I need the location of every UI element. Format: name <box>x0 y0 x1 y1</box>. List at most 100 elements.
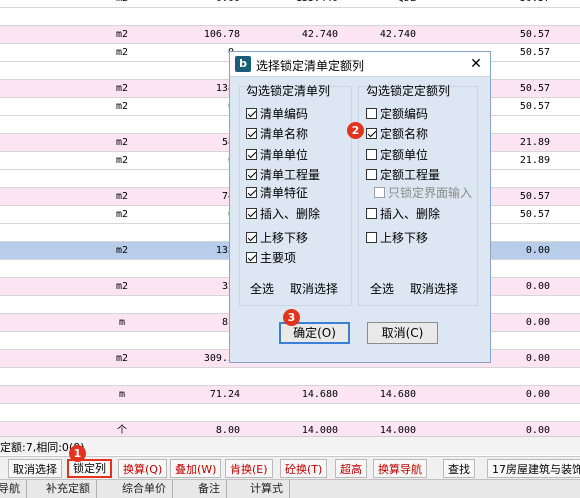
table-row[interactable]: 个 8.00 14.000 14.000 0.00 <box>0 422 580 436</box>
amount-cell[interactable] <box>470 8 550 25</box>
table-row[interactable] <box>0 404 580 422</box>
checkbox-quota-code[interactable]: 定额编码 <box>366 106 428 124</box>
price-cell[interactable] <box>342 404 416 421</box>
quantity-cell[interactable]: 0. <box>144 206 240 223</box>
checkbox-bill-feature[interactable]: 清单特征 <box>246 185 308 203</box>
amount-cell[interactable]: 0.00 <box>470 386 550 403</box>
quantity-cell[interactable]: 74. <box>144 188 240 205</box>
quantity-cell[interactable]: 309.57 <box>144 350 240 367</box>
quantity-cell[interactable] <box>144 116 240 133</box>
replace-e-button[interactable]: 肯换(E) <box>225 459 273 478</box>
table-row[interactable]: m2 0.00 133.440 QDL 50.57 <box>0 0 580 8</box>
overlay-button[interactable]: 叠加(W) <box>170 459 222 478</box>
checkbox-quota-move[interactable]: 上移下移 <box>366 230 428 248</box>
unit-cell[interactable] <box>112 260 132 277</box>
unit-cell[interactable]: m2 <box>112 134 132 151</box>
price-cell[interactable] <box>244 404 338 421</box>
price-cell[interactable]: QDL <box>342 0 416 7</box>
quantity-cell[interactable]: 0. <box>144 152 240 169</box>
checkbox-bill-unit[interactable]: 清单单位 <box>246 147 308 165</box>
unit-cell[interactable] <box>112 62 132 79</box>
quantity-cell[interactable]: 0. <box>144 98 240 115</box>
deselect-button[interactable]: 取消选择 <box>8 459 62 478</box>
price-cell[interactable] <box>244 8 338 25</box>
unit-cell[interactable]: m2 <box>112 98 132 115</box>
bill-select-all-button[interactable]: 全选 <box>250 280 274 297</box>
quantity-cell[interactable] <box>144 296 240 313</box>
concrete-replace-button[interactable]: 砼换(T) <box>280 459 328 478</box>
unit-cell[interactable] <box>112 296 132 313</box>
unit-cell[interactable] <box>112 224 132 241</box>
quantity-cell[interactable] <box>144 260 240 277</box>
checkbox-quota-name[interactable]: 定额名称 <box>366 126 428 144</box>
quantity-cell[interactable]: 32. <box>144 278 240 295</box>
amount-cell[interactable]: 50.57 <box>470 0 550 7</box>
table-row[interactable] <box>0 8 580 26</box>
unit-cell[interactable]: m <box>112 386 132 403</box>
convert-nav-button[interactable]: 换算导航 <box>373 459 427 478</box>
quantity-cell[interactable] <box>144 224 240 241</box>
quantity-cell[interactable]: 106.78 <box>144 26 240 43</box>
unit-cell[interactable] <box>112 332 132 349</box>
unit-cell[interactable]: m2 <box>112 206 132 223</box>
table-row[interactable] <box>0 368 580 386</box>
quota-library-button[interactable]: 17房屋建筑与装饰 <box>487 459 580 478</box>
amount-cell[interactable]: 50.57 <box>470 26 550 43</box>
price-cell[interactable]: 14.000 <box>244 422 338 436</box>
amount-cell[interactable] <box>470 404 550 421</box>
unit-cell[interactable] <box>112 170 132 187</box>
height-exceed-button[interactable]: 超高 <box>335 459 367 478</box>
quantity-cell[interactable]: 0.00 <box>144 0 240 7</box>
quantity-cell[interactable]: 0. <box>144 44 240 61</box>
price-cell[interactable]: 133.440 <box>244 0 338 7</box>
convert-button[interactable]: 换算(Q) <box>118 459 168 478</box>
checkbox-lock-ui-input-only[interactable]: 只锁定界面输入 <box>374 185 472 203</box>
price-cell[interactable]: 42.740 <box>342 26 416 43</box>
unit-cell[interactable]: m2 <box>112 242 132 259</box>
quantity-cell[interactable]: 8.00 <box>144 422 240 436</box>
unit-cell[interactable]: m2 <box>112 44 132 61</box>
checkbox-bill-insert-delete[interactable]: 插入、删除 <box>246 206 320 224</box>
unit-cell[interactable]: 个 <box>112 422 132 436</box>
price-cell[interactable] <box>244 368 338 385</box>
tab-supplement-quota[interactable]: 补充定额 <box>40 480 97 498</box>
amount-cell[interactable]: 0.00 <box>470 422 550 436</box>
quantity-cell[interactable] <box>144 368 240 385</box>
quota-select-all-button[interactable]: 全选 <box>370 280 394 297</box>
quantity-cell[interactable]: 81. <box>144 314 240 331</box>
unit-cell[interactable]: m2 <box>112 278 132 295</box>
lock-columns-button[interactable]: 锁定列 <box>67 459 112 478</box>
unit-cell[interactable]: m2 <box>112 188 132 205</box>
unit-cell[interactable] <box>112 8 132 25</box>
checkbox-bill-quantity[interactable]: 清单工程量 <box>246 167 320 185</box>
find-button[interactable]: 查找 <box>443 459 475 478</box>
quantity-cell[interactable] <box>144 332 240 349</box>
unit-cell[interactable]: m2 <box>112 0 132 7</box>
unit-cell[interactable] <box>112 404 132 421</box>
quantity-cell[interactable] <box>144 170 240 187</box>
quantity-cell[interactable] <box>144 62 240 79</box>
checkbox-quota-insert-delete[interactable]: 插入、删除 <box>366 206 440 224</box>
checkbox-bill-name[interactable]: 清单名称 <box>246 126 308 144</box>
table-row[interactable]: m2 106.78 42.740 42.740 50.57 <box>0 26 580 44</box>
price-cell[interactable]: 14.000 <box>342 422 416 436</box>
unit-cell[interactable]: m2 <box>112 152 132 169</box>
checkbox-bill-code[interactable]: 清单编码 <box>246 106 308 124</box>
checkbox-quota-quantity[interactable]: 定额工程量 <box>366 167 440 185</box>
quantity-cell[interactable] <box>144 404 240 421</box>
price-cell[interactable] <box>342 8 416 25</box>
price-cell[interactable]: 42.740 <box>244 26 338 43</box>
tab-remarks[interactable]: 备注 <box>192 480 227 498</box>
unit-cell[interactable]: m2 <box>112 26 132 43</box>
unit-cell[interactable]: m2 <box>112 350 132 367</box>
quantity-cell[interactable] <box>144 8 240 25</box>
close-icon[interactable]: ✕ <box>466 54 486 74</box>
cancel-button[interactable]: 取消(C) <box>367 322 438 344</box>
tab-formula[interactable]: 计算式 <box>244 480 290 498</box>
price-cell[interactable]: 14.680 <box>342 386 416 403</box>
unit-cell[interactable]: m <box>112 314 132 331</box>
quantity-cell[interactable]: 138. <box>144 80 240 97</box>
amount-cell[interactable] <box>470 368 550 385</box>
unit-cell[interactable] <box>112 368 132 385</box>
quantity-cell[interactable]: 71.24 <box>144 386 240 403</box>
